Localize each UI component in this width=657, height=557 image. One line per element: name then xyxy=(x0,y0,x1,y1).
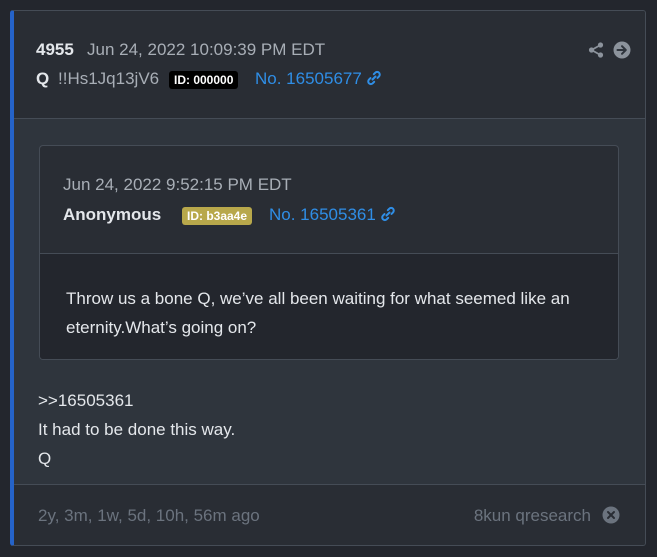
quoted-post-body: Throw us a bone Q, we’ve all been waitin… xyxy=(40,254,618,359)
quoted-post-link-label[interactable]: No. 16505361 xyxy=(269,205,376,224)
quoted-post-author: Anonymous xyxy=(63,205,162,224)
post-header: 4955 Jun 24, 2022 10:09:39 PM EDT Q !!Hs… xyxy=(14,11,645,119)
post-card: 4955 Jun 24, 2022 10:09:39 PM EDT Q !!Hs… xyxy=(10,10,646,546)
post-actions xyxy=(587,41,631,59)
quoted-post-header: Jun 24, 2022 9:52:15 PM EDT Anonymous ID… xyxy=(40,146,618,254)
post-id-badge: ID: 000000 xyxy=(169,71,239,89)
close-circle-icon[interactable] xyxy=(602,506,620,524)
quoted-post-text: Throw us a bone Q, we’ve all been waitin… xyxy=(66,289,570,337)
post-footer: 2y, 3m, 1w, 5d, 10h, 56m ago 8kun qresea… xyxy=(14,484,645,545)
arrow-right-circle-icon[interactable] xyxy=(613,41,631,59)
time-ago: 2y, 3m, 1w, 5d, 10h, 56m ago xyxy=(38,506,260,525)
quoted-post-number-link[interactable]: No. 16505361 xyxy=(269,205,396,225)
link-icon xyxy=(367,70,381,86)
post-date: Jun 24, 2022 10:09:39 PM EDT xyxy=(87,40,326,59)
quoted-post-id-badge: ID: b3aa4e xyxy=(182,207,253,225)
post-signature: Q xyxy=(38,449,52,468)
post-number-link[interactable]: No. 16505677 xyxy=(255,69,382,89)
post-link-label[interactable]: No. 16505677 xyxy=(255,69,362,88)
post-text-line: It had to be done this way. xyxy=(38,420,236,439)
post-author: Q xyxy=(36,69,50,88)
post-source: 8kun qresearch xyxy=(473,506,591,525)
post-number: 4955 xyxy=(36,40,74,59)
quoted-post-date: Jun 24, 2022 9:52:15 PM EDT xyxy=(63,175,292,194)
post-body: >>16505361 It had to be done this way. Q xyxy=(38,386,235,473)
quoted-post: Jun 24, 2022 9:52:15 PM EDT Anonymous ID… xyxy=(39,145,619,360)
share-icon[interactable] xyxy=(587,41,605,59)
post-tripcode: !!Hs1Jq13jV6 xyxy=(58,69,160,88)
reply-reference[interactable]: >>16505361 xyxy=(38,386,235,415)
link-icon xyxy=(381,206,395,222)
